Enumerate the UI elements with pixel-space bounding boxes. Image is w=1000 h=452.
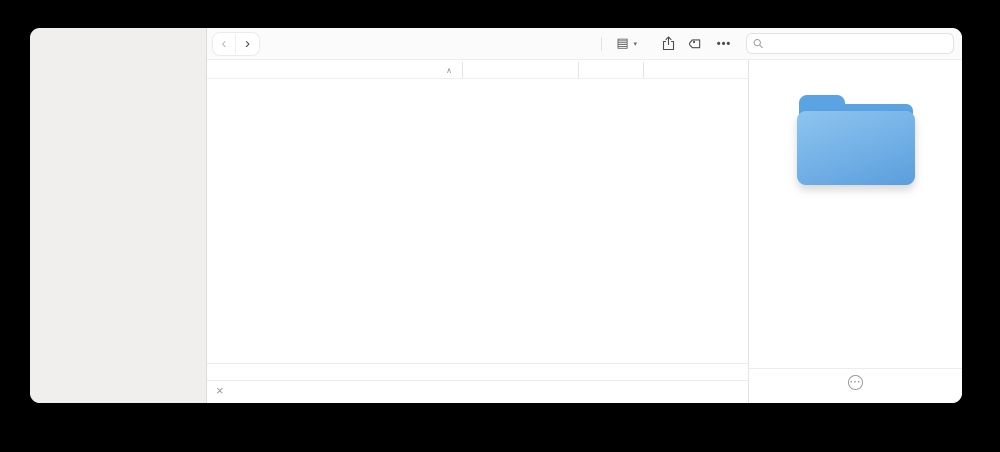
preview-pane [748, 60, 962, 403]
tag-icon [689, 37, 703, 51]
finder-window: ‹ › ▤ ▾ [30, 28, 962, 403]
share-icon [662, 36, 675, 51]
column-header-date-modified[interactable] [462, 62, 578, 78]
column-header-name[interactable]: ∧ [207, 62, 462, 78]
chevron-down-icon: ▾ [633, 40, 637, 48]
preview-footer [749, 368, 962, 403]
sort-ascending-icon: ∧ [446, 66, 452, 75]
path-bar [207, 363, 748, 380]
main-area: ‹ › ▤ ▾ [207, 28, 962, 403]
group-by-button[interactable]: ▤ ▾ [609, 33, 641, 54]
search-input[interactable] [767, 38, 947, 50]
preview-hero [749, 60, 962, 220]
sidebar [30, 28, 207, 403]
close-status-icon[interactable]: × [216, 383, 224, 398]
minimize-window-button[interactable] [70, 38, 82, 50]
search-field[interactable] [746, 33, 954, 54]
column-header-kind[interactable] [643, 62, 748, 78]
navigation-buttons: ‹ › [213, 33, 259, 55]
circle-ellipsis-icon [848, 375, 863, 390]
more-actions-button[interactable]: ••• [712, 33, 736, 54]
file-list-pane: ∧ × [207, 60, 748, 403]
toolbar: ‹ › ▤ ▾ [207, 28, 962, 60]
folder-preview-icon [797, 95, 915, 185]
zoom-window-button[interactable] [90, 38, 102, 50]
column-header-size[interactable] [578, 62, 643, 78]
file-rows [207, 79, 748, 363]
search-icon [753, 38, 763, 49]
back-button[interactable]: ‹ [213, 34, 236, 54]
column-headers: ∧ [207, 62, 748, 79]
sidebar-list [30, 60, 206, 403]
tags-button[interactable] [684, 33, 708, 54]
close-window-button[interactable] [50, 38, 62, 50]
share-button[interactable] [656, 33, 680, 54]
forward-button[interactable]: › [236, 34, 259, 54]
group-by-icon: ▤ [613, 33, 631, 54]
ellipsis-icon: ••• [717, 38, 732, 50]
traffic-lights [30, 28, 206, 60]
status-bar: × [207, 380, 748, 403]
